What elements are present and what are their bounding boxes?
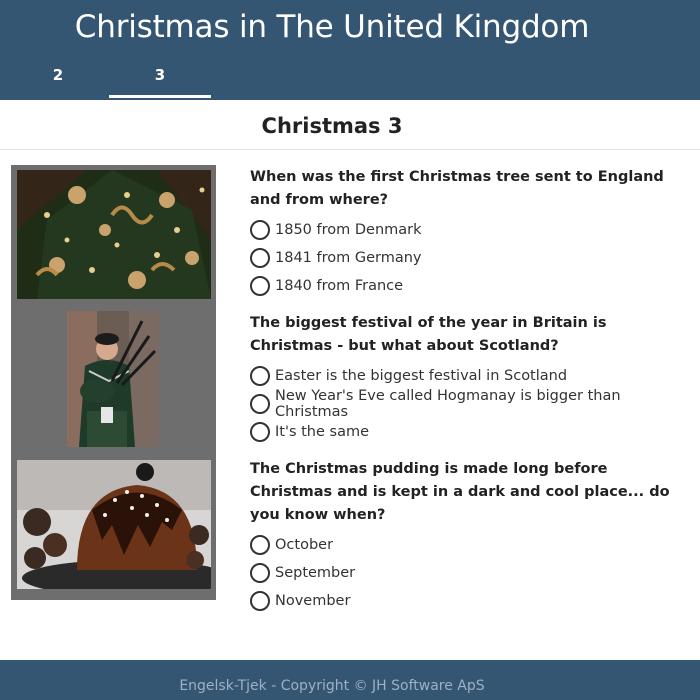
option-label: New Year's Eve called Hogmanay is bigger… xyxy=(275,388,621,420)
christmas-pudding-photo xyxy=(17,460,211,589)
question-list: When was the first Christmas tree sent t… xyxy=(250,166,690,627)
question-3: The Christmas pudding is made long befor… xyxy=(250,458,690,615)
radio-button[interactable] xyxy=(250,366,270,386)
page-title: Christmas 3 xyxy=(261,114,403,138)
option-label: September xyxy=(275,565,356,581)
christmas-tree-photo xyxy=(17,170,211,299)
answer-option[interactable]: September xyxy=(250,559,690,587)
option-label: Easter is the biggest festival in Scotla… xyxy=(275,368,568,384)
radio-button[interactable] xyxy=(250,220,270,240)
radio-button[interactable] xyxy=(250,535,270,555)
footer-copyright: Engelsk-Tjek - Copyright © JH Software A… xyxy=(179,678,485,694)
answer-option[interactable]: New Year's Eve called Hogmanay is bigger… xyxy=(250,388,690,420)
app-title: Christmas in The United Kingdom xyxy=(74,9,590,45)
tab-2[interactable]: 2 xyxy=(7,62,109,98)
radio-button[interactable] xyxy=(250,422,270,442)
question-1: When was the first Christmas tree sent t… xyxy=(250,166,690,300)
answer-option[interactable]: October xyxy=(250,531,690,559)
option-label: 1850 from Denmark xyxy=(275,222,422,238)
answer-option[interactable]: 1850 from Denmark xyxy=(250,216,690,244)
option-label: 1841 from Germany xyxy=(275,250,422,266)
option-label: November xyxy=(275,593,351,609)
radio-button[interactable] xyxy=(250,276,270,296)
bagpiper-photo xyxy=(67,311,159,447)
question-text: The biggest festival of the year in Brit… xyxy=(250,315,607,354)
answer-option[interactable]: It's the same xyxy=(250,418,690,446)
question-text: The Christmas pudding is made long befor… xyxy=(250,461,670,523)
answer-option[interactable]: 1840 from France xyxy=(250,272,690,300)
answer-option[interactable]: 1841 from Germany xyxy=(250,244,690,272)
option-label: It's the same xyxy=(275,424,370,440)
question-2: The biggest festival of the year in Brit… xyxy=(250,312,690,446)
radio-button[interactable] xyxy=(250,591,270,611)
answer-option[interactable]: Easter is the biggest festival in Scotla… xyxy=(250,362,690,390)
tab-3-active[interactable]: 3 xyxy=(109,62,211,98)
option-label: October xyxy=(275,537,334,553)
radio-button[interactable] xyxy=(250,394,270,414)
radio-button[interactable] xyxy=(250,248,270,268)
option-label: 1840 from France xyxy=(275,278,404,294)
question-text: When was the first Christmas tree sent t… xyxy=(250,169,664,208)
radio-button[interactable] xyxy=(250,563,270,583)
answer-option[interactable]: November xyxy=(250,587,690,615)
